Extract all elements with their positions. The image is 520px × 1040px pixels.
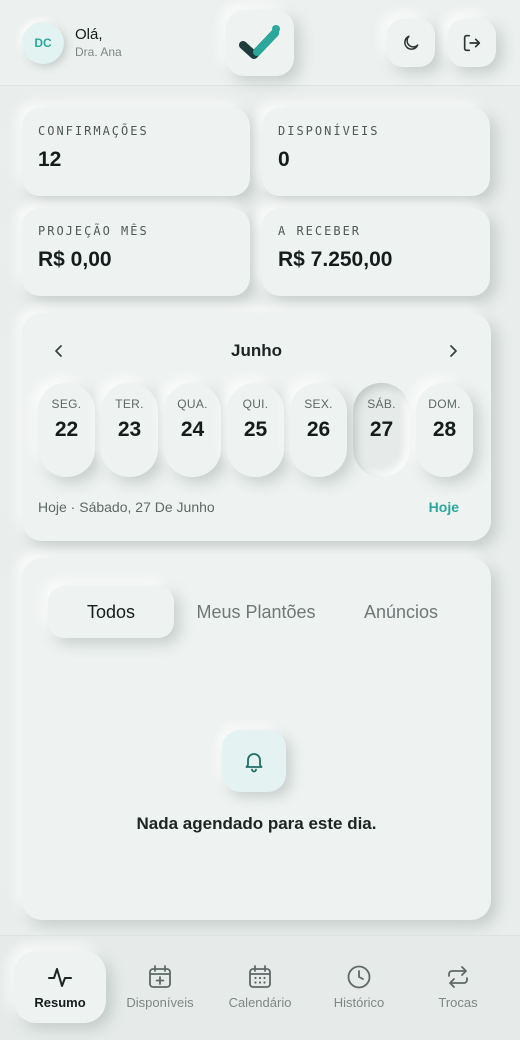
stat-value: 12 bbox=[38, 148, 62, 171]
nav-item-summary[interactable]: Resumo bbox=[14, 951, 106, 1023]
day-name: SEX. bbox=[304, 397, 333, 411]
stat-value: R$ 0,00 bbox=[38, 248, 112, 271]
day-number: 25 bbox=[243, 418, 268, 441]
calendar-month: Junho bbox=[231, 341, 282, 360]
calendar-plus-icon bbox=[149, 965, 171, 988]
theme-toggle-button[interactable] bbox=[387, 19, 435, 67]
day-number: 26 bbox=[306, 418, 331, 441]
app-header: DC Olá, Dra. Ana bbox=[0, 0, 520, 86]
nav-item-available[interactable]: Disponíveis bbox=[114, 951, 206, 1023]
stat-label: A RECEBER bbox=[278, 224, 362, 238]
clock-icon bbox=[347, 965, 371, 989]
activity-icon bbox=[48, 968, 72, 987]
day-chip-mon[interactable]: SEG. 22 bbox=[38, 383, 95, 477]
stat-label: PROJEÇÃO MÊS bbox=[38, 224, 149, 238]
chevron-right-icon bbox=[450, 345, 457, 357]
nav-label: Resumo bbox=[34, 995, 86, 1010]
nav-container: Resumo Disponíveis Calendário Histórico … bbox=[8, 947, 508, 1027]
app-logo bbox=[226, 10, 294, 76]
today-button[interactable]: Hoje bbox=[429, 499, 459, 515]
logout-button[interactable] bbox=[448, 19, 496, 67]
logout-icon bbox=[463, 34, 481, 52]
day-name: QUI. bbox=[242, 397, 269, 411]
day-chip-thu[interactable]: QUI. 25 bbox=[227, 383, 284, 477]
day-number: 22 bbox=[54, 418, 79, 441]
bottom-navigation: Resumo Disponíveis Calendário Histórico … bbox=[0, 935, 520, 1040]
nav-item-calendar[interactable]: Calendário bbox=[214, 951, 306, 1023]
user-name: Dra. Ana bbox=[75, 45, 122, 59]
day-chip-fri[interactable]: SEX. 26 bbox=[290, 383, 347, 477]
stat-card-confirmations: CONFIRMAÇÕES 12 bbox=[22, 108, 250, 196]
day-chip-tue[interactable]: TER. 23 bbox=[101, 383, 158, 477]
nav-label: Trocas bbox=[438, 995, 478, 1010]
day-chip-sun[interactable]: DOM. 28 bbox=[416, 383, 473, 477]
schedule-panel: Todos Meus Plantões Anúncios Nada agenda… bbox=[22, 558, 491, 920]
day-name: QUA. bbox=[177, 397, 208, 411]
day-name: TER. bbox=[115, 397, 144, 411]
stat-card-to-receive: A RECEBER R$ 7.250,00 bbox=[262, 208, 490, 296]
swap-icon bbox=[448, 966, 468, 988]
empty-state-bell bbox=[222, 730, 286, 792]
check-logo-icon bbox=[239, 25, 280, 59]
day-number: 24 bbox=[180, 418, 205, 441]
empty-state-message: Nada agendado para este dia. bbox=[136, 814, 377, 833]
day-name: SEG. bbox=[51, 397, 82, 411]
avatar[interactable]: DC bbox=[22, 22, 64, 64]
stat-label: DISPONÍVEIS bbox=[278, 124, 380, 138]
tab-my-shifts[interactable]: Meus Plantões bbox=[188, 586, 324, 638]
day-number: 27 bbox=[369, 418, 394, 441]
week-calendar: Junho SEG. 22 TER. 23 QUA. 24 QUI. 25 SE… bbox=[22, 313, 491, 541]
day-number: 28 bbox=[432, 418, 457, 441]
day-name: DOM. bbox=[428, 397, 461, 411]
nav-label: Histórico bbox=[333, 995, 385, 1010]
greeting-text: Olá, bbox=[75, 26, 103, 43]
day-chip-sat-selected[interactable]: SÁB. 27 bbox=[353, 383, 410, 477]
nav-label: Disponíveis bbox=[126, 995, 194, 1010]
stat-card-available: DISPONÍVEIS 0 bbox=[262, 108, 490, 196]
next-month-button[interactable] bbox=[441, 339, 465, 363]
stat-value: 0 bbox=[278, 148, 290, 171]
moon-icon bbox=[404, 35, 419, 50]
stat-card-month-projection: PROJEÇÃO MÊS R$ 0,00 bbox=[22, 208, 250, 296]
nav-label: Calendário bbox=[228, 995, 292, 1010]
selected-date-text: Hoje · Sábado, 27 De Junho bbox=[38, 499, 215, 515]
stat-label: CONFIRMAÇÕES bbox=[38, 124, 149, 138]
tab-all[interactable]: Todos bbox=[48, 586, 174, 638]
day-chip-wed[interactable]: QUA. 24 bbox=[164, 383, 221, 477]
day-strip: SEG. 22 TER. 23 QUA. 24 QUI. 25 SEX. 26 … bbox=[38, 383, 478, 479]
nav-item-swaps[interactable]: Trocas bbox=[412, 951, 504, 1023]
stat-value: R$ 7.250,00 bbox=[278, 248, 393, 271]
tab-announcements[interactable]: Anúncios bbox=[340, 586, 462, 638]
calendar-grid-icon bbox=[249, 965, 271, 988]
bell-icon bbox=[245, 753, 263, 773]
day-number: 23 bbox=[117, 418, 142, 441]
day-name: SÁB. bbox=[367, 397, 396, 411]
nav-item-history[interactable]: Histórico bbox=[313, 951, 405, 1023]
